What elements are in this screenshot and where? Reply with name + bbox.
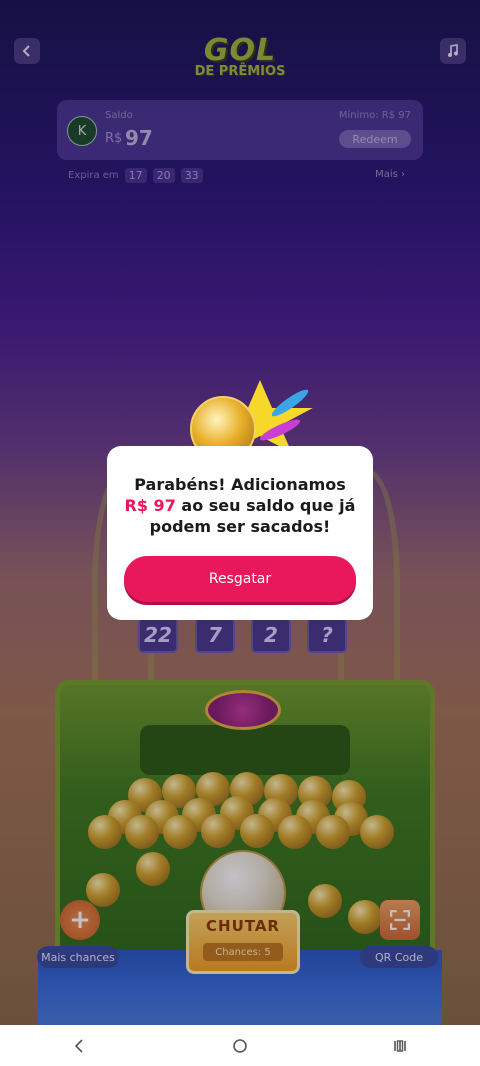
message-line-2: R$ 97 ao seu saldo que já xyxy=(124,496,356,515)
message-line-3: podem ser sacados! xyxy=(149,517,331,536)
reward-amount: R$ 97 xyxy=(124,496,176,515)
reward-dialog: Parabéns! Adicionamos R$ 97 ao seu saldo… xyxy=(107,446,373,620)
message-line-1: Parabéns! Adicionamos xyxy=(134,475,346,494)
nav-back-icon xyxy=(74,1038,83,1053)
nav-home-button[interactable] xyxy=(210,1031,270,1061)
resgatar-button[interactable]: Resgatar xyxy=(124,556,356,602)
nav-back-button[interactable] xyxy=(50,1031,110,1061)
game-screen: GOL DE PRÊMIOS K Saldo R$ 97 Mínimo: R$ … xyxy=(0,0,480,1025)
nav-recents-button[interactable] xyxy=(370,1031,430,1061)
system-nav-bar xyxy=(0,1025,480,1066)
nav-recents-icon xyxy=(394,1039,406,1052)
nav-home-icon xyxy=(233,1038,247,1053)
reward-message: Parabéns! Adicionamos R$ 97 ao seu saldo… xyxy=(117,474,363,537)
